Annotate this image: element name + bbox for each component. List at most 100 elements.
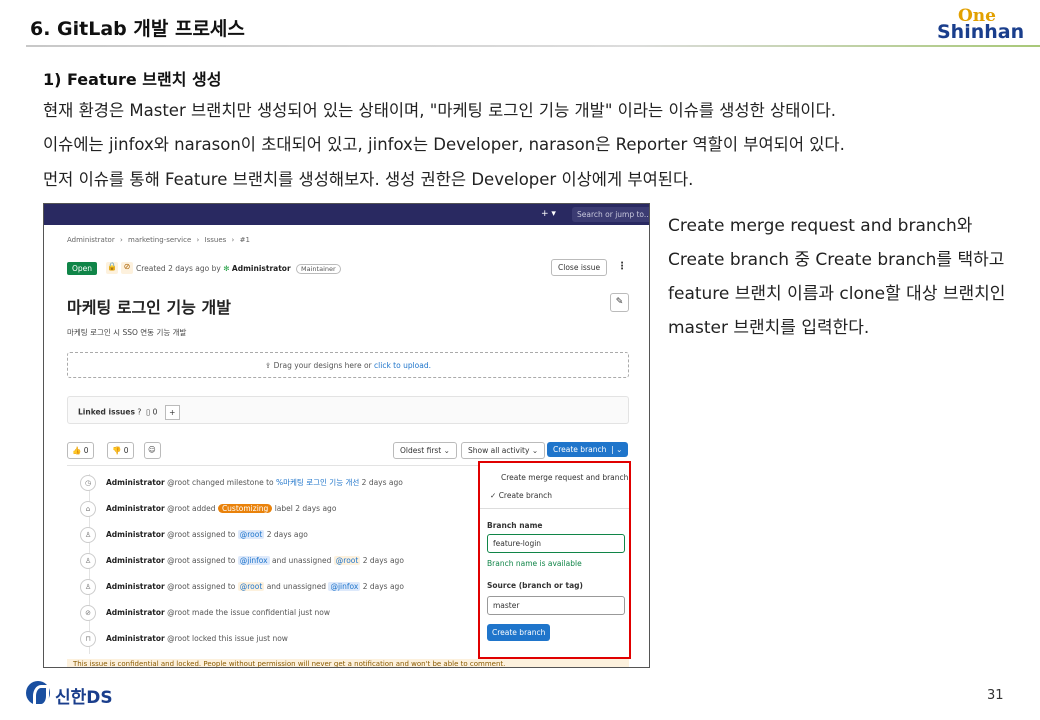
help-icon[interactable]: ?: [137, 408, 141, 417]
activity-filter-dropdown[interactable]: Show all activity ⌄: [461, 442, 546, 459]
page-number: 31: [987, 688, 1004, 703]
activity-item: ♙ Administrator @root assigned to @jinfox…: [80, 553, 404, 569]
branch-name-label: Branch name: [487, 521, 543, 530]
branch-name-input[interactable]: feature-login: [487, 534, 625, 553]
label-badge[interactable]: Customizing: [217, 504, 273, 513]
breadcrumb-item[interactable]: Administrator: [67, 236, 115, 244]
thumbs-down-button[interactable]: 👎 0: [107, 442, 134, 459]
eye-slash-icon: ⊘: [121, 262, 133, 274]
issues-icon: ▯: [146, 407, 151, 417]
lock-icon: ⊓: [80, 631, 96, 647]
source-input[interactable]: master: [487, 596, 625, 615]
shinhan-logo-icon: [26, 681, 50, 707]
activity-user[interactable]: Administrator: [106, 478, 165, 487]
logo-shinhan: Shinhan: [937, 21, 1025, 43]
create-branch-submit-button[interactable]: Create branch: [487, 624, 551, 641]
activity-item: ⊘ Administrator @root made the issue conf…: [80, 605, 330, 621]
chevron-down-icon[interactable]: ⌄: [616, 445, 622, 454]
activity-time: 2 days ago: [361, 478, 403, 487]
paragraph-2: 이슈에는 jinfox와 narason이 초대되어 있고, jinfox는 D…: [43, 135, 845, 154]
activity-user[interactable]: Administrator: [106, 608, 165, 617]
activity-item: ♙ Administrator @root assigned to @root 2…: [80, 527, 308, 543]
sort-dropdown[interactable]: Oldest first ⌄: [393, 442, 457, 459]
activity-text: assigned to: [192, 582, 236, 591]
activity-time: 2 days ago: [266, 530, 308, 539]
dropzone-text: Drag your designs here or: [273, 361, 372, 370]
paragraph-3: 먼저 이슈를 통해 Feature 브랜치를 생성해보자. 생성 권한은 Dev…: [43, 170, 694, 189]
activity-item: ⌂ Administrator @root added Customizing l…: [80, 501, 336, 517]
slide-title: 6. GitLab 개발 프로세스: [30, 18, 245, 40]
upload-link[interactable]: click to upload.: [374, 361, 431, 370]
activity-handle: @root: [167, 530, 190, 539]
breadcrumb-item[interactable]: #1: [240, 236, 250, 244]
new-menu-icon[interactable]: + ▾: [541, 209, 556, 219]
search-input[interactable]: Search or jump to...: [572, 207, 649, 222]
chevron-down-icon: ⌄: [531, 446, 539, 455]
option-create-branch-label: Create branch: [498, 491, 553, 500]
activity-item: ◷ Administrator @root changed milestone t…: [80, 475, 403, 491]
option-create-mr-and-branch[interactable]: Create merge request and branch: [501, 473, 628, 482]
section-heading: 1) Feature 브랜치 생성: [43, 70, 222, 89]
chevron-right-icon: ›: [231, 236, 235, 244]
activity-user[interactable]: Administrator: [106, 556, 165, 565]
activity-user[interactable]: Administrator: [106, 504, 165, 513]
user-mention[interactable]: @root: [237, 582, 265, 591]
role-badge: Maintainer: [296, 264, 341, 274]
user-mention[interactable]: @root: [333, 556, 361, 565]
upload-icon: ⇪: [264, 361, 272, 370]
sort-label: Oldest first: [400, 446, 442, 455]
activity-text: changed milestone to: [192, 478, 274, 487]
linked-issues-label: Linked issues: [78, 407, 135, 417]
breadcrumb: Administrator › marketing-service › Issu…: [67, 236, 253, 244]
add-linked-issue-button[interactable]: +: [164, 405, 180, 420]
thumbs-up-button[interactable]: 👍 0: [67, 442, 94, 459]
create-branch-split-button[interactable]: Create branch | ⌄: [547, 442, 629, 457]
activity-text: label: [274, 504, 293, 513]
user-icon: ♙: [80, 527, 96, 543]
milestone-link[interactable]: %마케팅 로그인 기능 개선: [276, 478, 359, 487]
activity-handle: @root: [167, 556, 190, 565]
avatar: ✻: [223, 264, 230, 273]
activity-time: 2 days ago: [362, 556, 404, 565]
activity-item: ⊓ Administrator @root locked this issue j…: [80, 631, 288, 647]
design-dropzone[interactable]: ⇪ Drag your designs here or click to upl…: [67, 352, 629, 378]
user-mention[interactable]: @jinfox: [237, 556, 270, 565]
gitlab-screenshot: + ▾ Search or jump to... Administrator ›…: [43, 203, 650, 668]
activity-time: 2 days ago: [362, 582, 404, 591]
side-note: Create merge request and branch와 Create …: [668, 216, 1006, 338]
gitlab-top-bar: + ▾ Search or jump to...: [44, 204, 649, 225]
linked-issues-count: 0: [152, 407, 158, 417]
activity-handle: @root: [167, 634, 190, 643]
eye-slash-icon: ⊘: [80, 605, 96, 621]
activity-handle: @root: [167, 608, 190, 617]
activity-user[interactable]: Administrator: [106, 530, 165, 539]
activity-handle: @root: [167, 582, 190, 591]
author-link[interactable]: Administrator: [232, 264, 291, 273]
breadcrumb-item[interactable]: Issues: [205, 236, 227, 244]
activity-text: and unassigned: [272, 556, 332, 565]
activity-text: locked this issue just now: [192, 634, 288, 643]
breadcrumb-item[interactable]: marketing-service: [128, 236, 191, 244]
divider: [480, 508, 629, 509]
more-actions-icon[interactable]: ⋮: [617, 261, 627, 272]
title-divider: [26, 45, 1040, 47]
user-mention[interactable]: @root: [237, 530, 265, 539]
edit-icon[interactable]: ✎: [610, 293, 629, 312]
chevron-right-icon: ›: [119, 236, 123, 244]
filter-label: Show all activity: [468, 446, 530, 455]
activity-user[interactable]: Administrator: [106, 582, 165, 591]
create-branch-label: Create branch: [553, 445, 607, 454]
tag-icon: ⌂: [80, 501, 96, 517]
option-create-branch[interactable]: ✓ Create branch: [490, 491, 552, 500]
confidential-banner: This issue is confidential and locked. P…: [67, 659, 629, 667]
user-mention[interactable]: @jinfox: [328, 582, 361, 591]
user-icon: ♙: [80, 579, 96, 595]
activity-user[interactable]: Administrator: [106, 634, 165, 643]
activity-handle: @root: [167, 478, 190, 487]
close-issue-button[interactable]: Close issue: [551, 259, 608, 276]
create-branch-dropdown: Create merge request and branch ✓ Create…: [478, 461, 631, 659]
status-badge: Open: [67, 262, 98, 275]
add-reaction-icon[interactable]: ☺: [144, 442, 161, 459]
activity-text: made the issue confidential just now: [192, 608, 331, 617]
clock-icon: ◷: [80, 475, 96, 491]
